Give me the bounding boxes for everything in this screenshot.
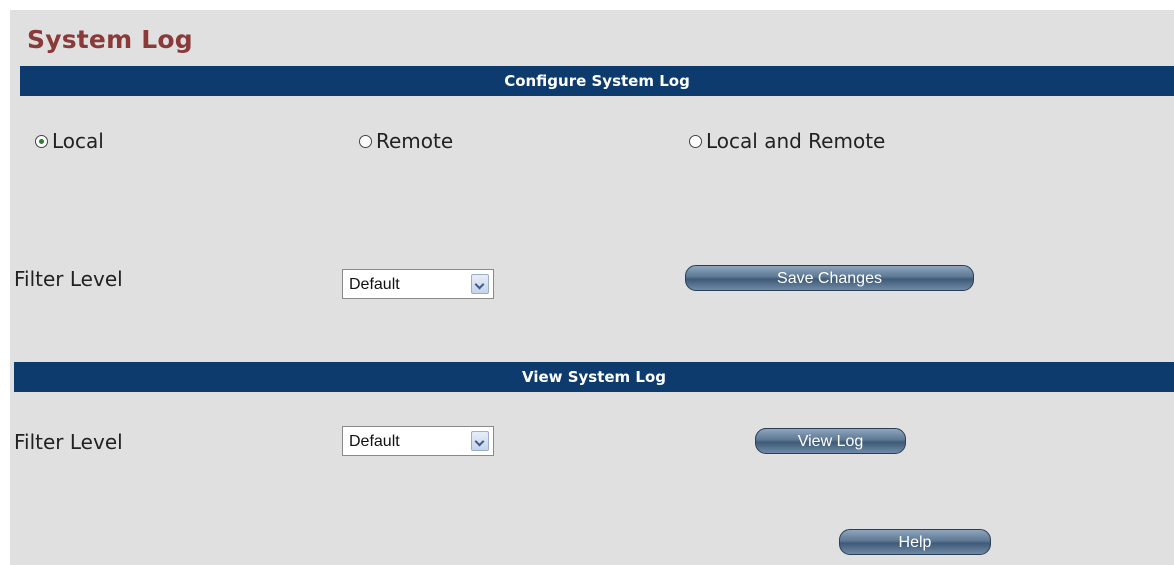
radio-unchecked-icon[interactable] <box>359 134 372 148</box>
view-section-header: View System Log <box>14 362 1174 392</box>
configure-filter-level-label: Filter Level <box>14 267 123 291</box>
configure-filter-level-select[interactable]: Default <box>342 269 494 299</box>
help-button[interactable]: Help <box>839 529 991 555</box>
radio-remote[interactable]: Remote <box>359 129 453 153</box>
view-filter-level-label: Filter Level <box>14 430 123 454</box>
select-value: Default <box>349 433 400 450</box>
chevron-down-icon[interactable] <box>471 431 489 451</box>
radio-local-and-remote[interactable]: Local and Remote <box>689 129 885 153</box>
view-log-button[interactable]: View Log <box>755 428 906 454</box>
page-title: System Log <box>27 25 193 54</box>
chevron-down-icon[interactable] <box>471 274 489 294</box>
view-filter-level-select[interactable]: Default <box>342 426 494 456</box>
radio-unchecked-icon[interactable] <box>689 134 702 148</box>
radio-local[interactable]: Local <box>35 129 104 153</box>
select-value: Default <box>349 276 400 293</box>
configure-section-header: Configure System Log <box>20 66 1174 96</box>
radio-local-label: Local <box>52 129 104 153</box>
save-changes-button[interactable]: Save Changes <box>685 265 974 291</box>
radio-remote-label: Remote <box>376 129 454 153</box>
radio-local-and-remote-label: Local and Remote <box>706 129 886 153</box>
system-log-page: System Log Configure System Log Local Re… <box>10 10 1174 565</box>
radio-checked-icon[interactable] <box>35 134 48 148</box>
